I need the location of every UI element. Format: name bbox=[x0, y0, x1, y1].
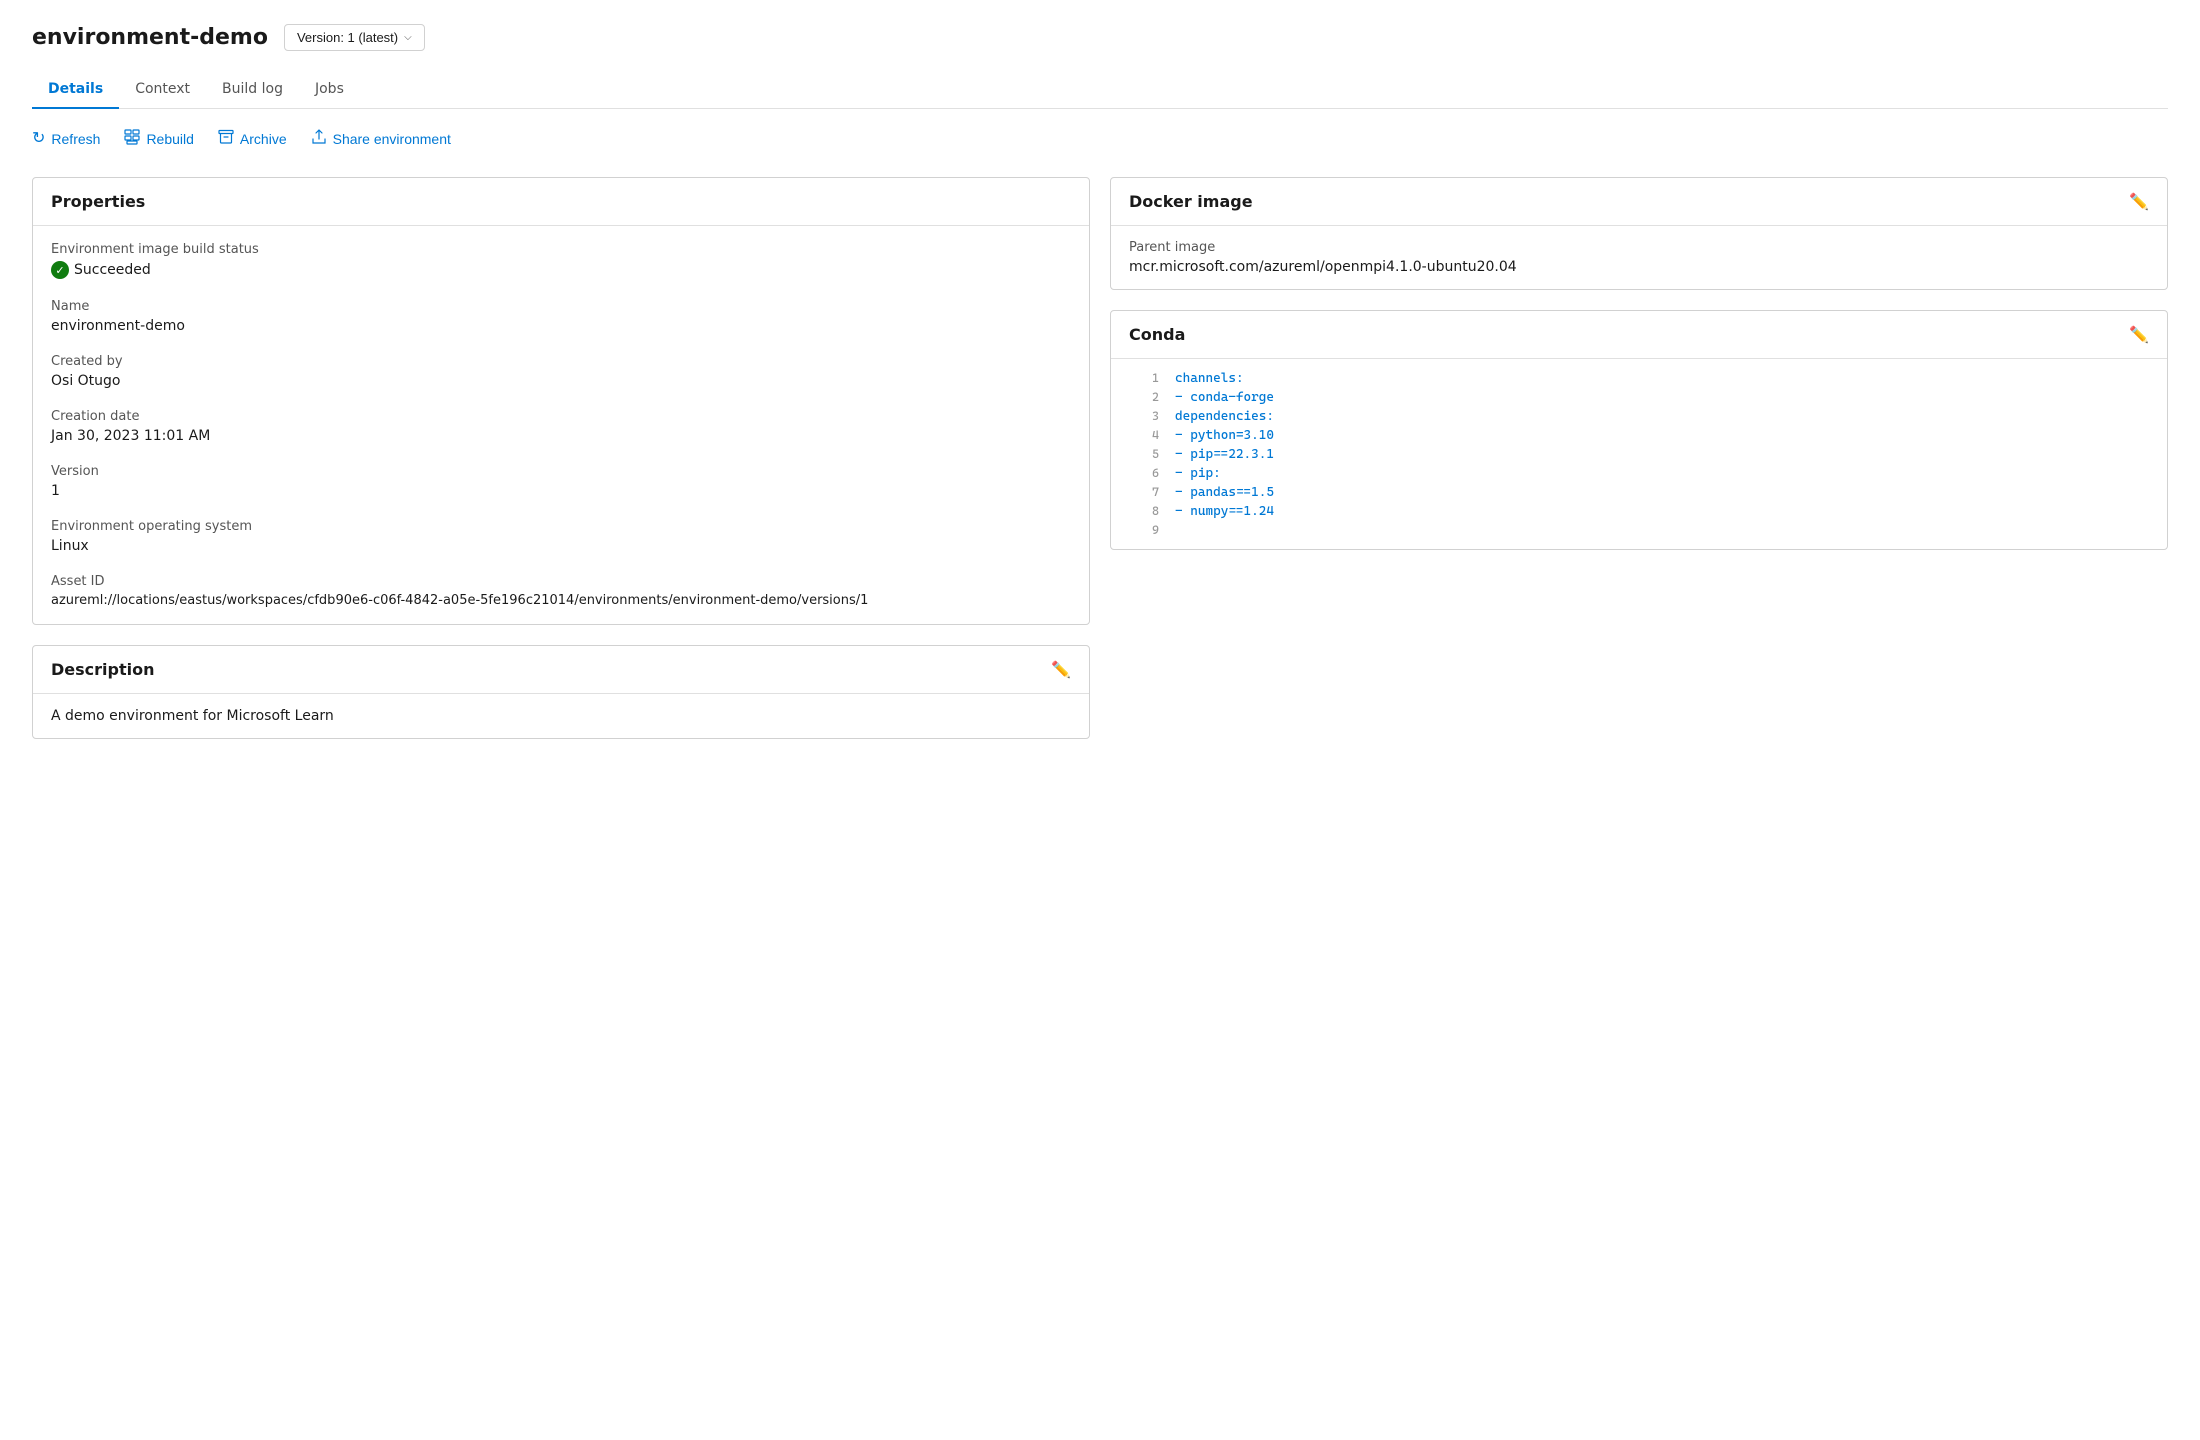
parent-image-value: mcr.microsoft.com/azureml/openmpi4.1.0-u… bbox=[1129, 259, 2149, 275]
created-by-label: Created by bbox=[51, 354, 1071, 369]
asset-id-label: Asset ID bbox=[51, 574, 1071, 589]
conda-title: Conda bbox=[1129, 325, 1185, 344]
left-column: Properties Environment image build statu… bbox=[32, 177, 1090, 739]
code-line: 4 - python=3.10 bbox=[1111, 426, 2167, 445]
page-header: environment-demo Version: 1 (latest) ⌵ bbox=[32, 24, 2168, 51]
line-content: channels: bbox=[1175, 371, 1244, 386]
code-line: 5 - pip==22.3.1 bbox=[1111, 445, 2167, 464]
name-row: Name environment-demo bbox=[51, 299, 1071, 334]
description-card: Description ✏️ A demo environment for Mi… bbox=[32, 645, 1090, 739]
properties-card-body: Environment image build status ✓ Succeed… bbox=[33, 226, 1089, 624]
asset-id-row: Asset ID azureml://locations/eastus/work… bbox=[51, 574, 1071, 608]
properties-card: Properties Environment image build statu… bbox=[32, 177, 1090, 625]
description-body: A demo environment for Microsoft Learn bbox=[33, 694, 1089, 738]
share-button[interactable]: Share environment bbox=[311, 129, 451, 149]
docker-image-title: Docker image bbox=[1129, 192, 1253, 211]
build-status-label: Environment image build status bbox=[51, 242, 1071, 257]
main-content: Properties Environment image build statu… bbox=[32, 177, 2168, 739]
code-line: 8 - numpy==1.24 bbox=[1111, 502, 2167, 521]
line-content: - pip==22.3.1 bbox=[1175, 447, 1274, 462]
docker-image-header: Docker image ✏️ bbox=[1111, 178, 2167, 226]
line-number: 4 bbox=[1129, 428, 1159, 442]
code-line: 9 bbox=[1111, 521, 2167, 539]
parent-image-label: Parent image bbox=[1129, 240, 2149, 255]
build-status-value: Succeeded bbox=[74, 262, 151, 278]
name-value: environment-demo bbox=[51, 318, 1071, 334]
docker-edit-icon[interactable]: ✏️ bbox=[2129, 192, 2149, 211]
conda-edit-icon[interactable]: ✏️ bbox=[2129, 325, 2149, 344]
code-line: 3 dependencies: bbox=[1111, 407, 2167, 426]
code-line: 6 - pip: bbox=[1111, 464, 2167, 483]
description-title: Description bbox=[51, 660, 154, 679]
refresh-button[interactable]: ↻ Refresh bbox=[32, 131, 100, 147]
version-prop-value: 1 bbox=[51, 483, 1071, 499]
properties-title: Properties bbox=[51, 192, 145, 211]
build-status-row: Environment image build status ✓ Succeed… bbox=[51, 242, 1071, 279]
creation-date-row: Creation date Jan 30, 2023 11:01 AM bbox=[51, 409, 1071, 444]
right-column: Docker image ✏️ Parent image mcr.microso… bbox=[1110, 177, 2168, 739]
version-prop-label: Version bbox=[51, 464, 1071, 479]
conda-card-header: Conda ✏️ bbox=[1111, 311, 2167, 359]
version-dropdown[interactable]: Version: 1 (latest) ⌵ bbox=[284, 24, 425, 51]
toolbar: ↻ Refresh Rebuild Archive bbox=[32, 129, 2168, 149]
line-number: 3 bbox=[1129, 409, 1159, 423]
conda-code-block: 1 channels: 2 - conda-forge 3 dependencies: 4… bbox=[1111, 359, 2167, 549]
properties-card-header: Properties bbox=[33, 178, 1089, 226]
name-label: Name bbox=[51, 299, 1071, 314]
code-line: 7 - pandas==1.5 bbox=[1111, 483, 2167, 502]
creation-date-value: Jan 30, 2023 11:01 AM bbox=[51, 428, 1071, 444]
conda-card: Conda ✏️ 1 channels: 2 - conda-forge 3 depen… bbox=[1110, 310, 2168, 550]
asset-id-value: azureml://locations/eastus/workspaces/cf… bbox=[51, 593, 1071, 608]
success-icon: ✓ bbox=[51, 261, 69, 279]
line-content: - pip: bbox=[1175, 466, 1221, 481]
os-row: Environment operating system Linux bbox=[51, 519, 1071, 554]
line-number: 8 bbox=[1129, 504, 1159, 518]
line-number: 7 bbox=[1129, 485, 1159, 499]
os-label: Environment operating system bbox=[51, 519, 1071, 534]
creation-date-label: Creation date bbox=[51, 409, 1071, 424]
version-row: Version 1 bbox=[51, 464, 1071, 499]
code-line: 1 channels: bbox=[1111, 369, 2167, 388]
tab-build-log[interactable]: Build log bbox=[206, 71, 299, 109]
line-number: 1 bbox=[1129, 371, 1159, 385]
version-label: Version: 1 (latest) bbox=[297, 30, 398, 45]
description-edit-icon[interactable]: ✏️ bbox=[1051, 660, 1071, 679]
docker-image-body: Parent image mcr.microsoft.com/azureml/o… bbox=[1111, 226, 2167, 289]
line-number: 5 bbox=[1129, 447, 1159, 461]
tab-jobs[interactable]: Jobs bbox=[299, 71, 360, 109]
tabs-nav: Details Context Build log Jobs bbox=[32, 71, 2168, 109]
refresh-icon: ↻ bbox=[32, 131, 45, 147]
share-icon bbox=[311, 129, 327, 149]
rebuild-icon bbox=[124, 129, 140, 149]
archive-icon bbox=[218, 129, 234, 149]
line-number: 2 bbox=[1129, 390, 1159, 404]
line-number: 9 bbox=[1129, 523, 1159, 537]
tab-context[interactable]: Context bbox=[119, 71, 206, 109]
chevron-down-icon: ⌵ bbox=[404, 32, 412, 43]
description-card-header: Description ✏️ bbox=[33, 646, 1089, 694]
tab-details[interactable]: Details bbox=[32, 71, 119, 109]
code-line: 2 - conda-forge bbox=[1111, 388, 2167, 407]
page-title: environment-demo bbox=[32, 25, 268, 50]
line-number: 6 bbox=[1129, 466, 1159, 480]
rebuild-button[interactable]: Rebuild bbox=[124, 129, 193, 149]
created-by-value: Osi Otugo bbox=[51, 373, 1071, 389]
line-content: - conda-forge bbox=[1175, 390, 1274, 405]
line-content: - numpy==1.24 bbox=[1175, 504, 1274, 519]
line-content: - pandas==1.5 bbox=[1175, 485, 1274, 500]
build-status-badge: ✓ Succeeded bbox=[51, 261, 151, 279]
os-value: Linux bbox=[51, 538, 1071, 554]
description-value: A demo environment for Microsoft Learn bbox=[51, 708, 334, 724]
docker-image-card: Docker image ✏️ Parent image mcr.microso… bbox=[1110, 177, 2168, 290]
created-by-row: Created by Osi Otugo bbox=[51, 354, 1071, 389]
line-content: dependencies: bbox=[1175, 409, 1274, 424]
line-content: - python=3.10 bbox=[1175, 428, 1274, 443]
archive-button[interactable]: Archive bbox=[218, 129, 287, 149]
